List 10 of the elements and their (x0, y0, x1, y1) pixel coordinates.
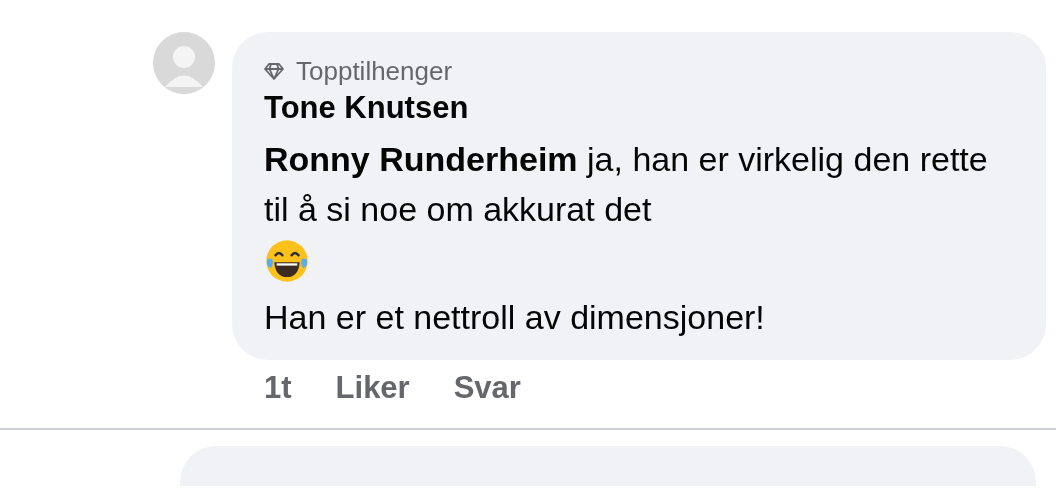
timestamp: 1t (264, 370, 292, 406)
badge-label: Topptilhenger (296, 55, 453, 87)
diamond-icon (264, 62, 284, 80)
comment-action-link[interactable]: Svar (453, 370, 521, 406)
comment-text: Han er et nettroll av dimensjoner! (264, 297, 766, 338)
avatar[interactable] (153, 32, 215, 94)
author-name[interactable]: Tone Knutsen (264, 90, 1016, 126)
comment-action-link[interactable]: Liker (335, 370, 410, 406)
comment-text: Ronny Runderheim ja, han er virkelig den rette til å si noe om akkurat det (264, 139, 989, 230)
laughing-emoji-icon (264, 238, 310, 284)
